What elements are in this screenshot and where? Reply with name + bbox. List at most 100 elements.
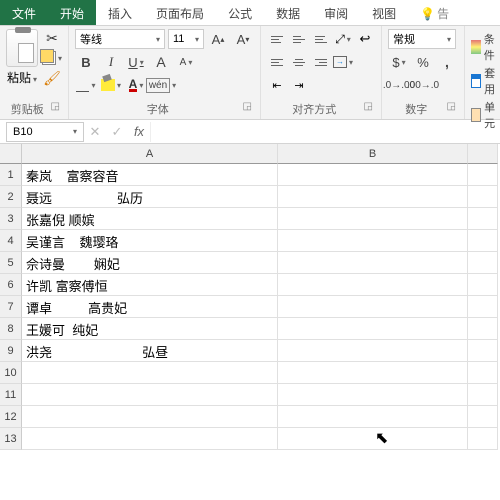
cell[interactable] [468, 296, 498, 318]
paste-button[interactable]: 粘贴▾ [7, 69, 37, 86]
cell[interactable] [278, 362, 468, 384]
shrink-font-button[interactable]: A▾ [232, 29, 254, 49]
row-header[interactable]: 6 [0, 274, 22, 296]
italic-button[interactable]: I [100, 52, 122, 72]
tab-home[interactable]: 开始 [48, 0, 96, 25]
font-size-combo[interactable]: 11▾ [168, 29, 204, 49]
paste-icon[interactable] [6, 29, 38, 67]
number-format-combo[interactable]: 常规▾ [388, 29, 456, 49]
cell[interactable]: 秦岚 富察容音 [22, 164, 278, 186]
row-header[interactable]: 8 [0, 318, 22, 340]
cell[interactable] [278, 318, 468, 340]
row-header[interactable]: 9 [0, 340, 22, 362]
cell[interactable] [468, 340, 498, 362]
cell[interactable] [468, 362, 498, 384]
row-header[interactable]: 5 [0, 252, 22, 274]
font-name-combo[interactable]: 等线▾ [75, 29, 165, 49]
grow-font-button[interactable]: A▴ [207, 29, 229, 49]
merge-button[interactable]: ▾ [333, 52, 353, 72]
cut-button[interactable]: ✂ [42, 29, 62, 47]
percent-button[interactable]: % [412, 52, 434, 72]
cell[interactable] [468, 318, 498, 340]
row-header[interactable]: 2 [0, 186, 22, 208]
tab-view[interactable]: 视图 [360, 0, 408, 25]
wrap-text-button[interactable]: ↩ [355, 29, 375, 49]
cell[interactable] [468, 208, 498, 230]
align-top-button[interactable] [267, 29, 287, 49]
cell[interactable] [278, 230, 468, 252]
increase-indent-button[interactable]: ⇥ [289, 75, 309, 95]
align-right-button[interactable] [311, 52, 331, 72]
column-header-b[interactable]: B [278, 144, 468, 164]
formula-bar[interactable] [150, 122, 500, 142]
tab-page-layout[interactable]: 页面布局 [144, 0, 216, 25]
select-all-corner[interactable] [0, 144, 22, 164]
cell[interactable] [468, 384, 498, 406]
phonetic-button[interactable]: wén▾ [150, 75, 172, 95]
font-color-button[interactable]: A▾ [125, 75, 147, 95]
row-header[interactable]: 4 [0, 230, 22, 252]
cell[interactable] [278, 274, 468, 296]
cell[interactable] [22, 384, 278, 406]
cell[interactable] [278, 164, 468, 186]
cell[interactable] [278, 208, 468, 230]
row-header[interactable]: 3 [0, 208, 22, 230]
cell[interactable] [468, 428, 498, 450]
cell[interactable] [468, 252, 498, 274]
align-left-button[interactable] [267, 52, 287, 72]
number-launcher[interactable]: ◲ [445, 101, 458, 112]
conditional-format-button[interactable]: 条件 [471, 31, 499, 63]
enter-button[interactable]: ✓ [106, 124, 128, 140]
copy-button[interactable]: ▾ [42, 49, 62, 67]
cell[interactable] [278, 186, 468, 208]
tab-file[interactable]: 文件 [0, 0, 48, 25]
font-grow-a[interactable]: A [150, 52, 172, 72]
tab-data[interactable]: 数据 [264, 0, 312, 25]
align-middle-button[interactable] [289, 29, 309, 49]
tab-formulas[interactable]: 公式 [216, 0, 264, 25]
tab-insert[interactable]: 插入 [96, 0, 144, 25]
column-header-c[interactable] [468, 144, 498, 164]
underline-button[interactable]: U▾ [125, 52, 147, 72]
column-header-a[interactable]: A [22, 144, 278, 164]
fx-button[interactable]: fx [128, 124, 150, 139]
align-center-button[interactable] [289, 52, 309, 72]
format-table-button[interactable]: 套用 [471, 65, 499, 97]
cell[interactable] [468, 406, 498, 428]
tab-tell-me[interactable]: 💡告 [408, 0, 461, 25]
cell[interactable]: 张嘉倪 顺嫔 [22, 208, 278, 230]
row-header[interactable]: 1 [0, 164, 22, 186]
cell[interactable]: 许凯 富察傅恒 [22, 274, 278, 296]
cell[interactable] [22, 428, 278, 450]
cell[interactable] [278, 428, 468, 450]
cell[interactable] [22, 406, 278, 428]
cell[interactable] [278, 296, 468, 318]
align-launcher[interactable]: ◲ [362, 101, 375, 112]
cell[interactable] [468, 274, 498, 296]
bold-button[interactable]: B [75, 52, 97, 72]
cell[interactable] [468, 164, 498, 186]
font-launcher[interactable]: ◲ [241, 101, 254, 112]
cancel-button[interactable]: ✕ [84, 124, 106, 140]
decrease-decimal-button[interactable]: .00→.0 [412, 75, 434, 95]
cell[interactable]: 佘诗曼 娴妃 [22, 252, 278, 274]
cell[interactable]: 谭卓 高贵妃 [22, 296, 278, 318]
cell[interactable]: 洪尧 弘昼 [22, 340, 278, 362]
cell[interactable] [278, 340, 468, 362]
cell[interactable] [278, 406, 468, 428]
cell[interactable]: 吴谨言 魏璎珞 [22, 230, 278, 252]
tab-review[interactable]: 审阅 [312, 0, 360, 25]
row-header[interactable]: 11 [0, 384, 22, 406]
name-box[interactable]: B10▾ [6, 122, 84, 142]
accounting-button[interactable]: $▾ [388, 52, 410, 72]
font-shrink-a[interactable]: A▾ [175, 52, 197, 72]
decrease-indent-button[interactable]: ⇤ [267, 75, 287, 95]
comma-button[interactable]: , [436, 52, 458, 72]
row-header[interactable]: 13 [0, 428, 22, 450]
cell[interactable]: 王媛可 纯妃 [22, 318, 278, 340]
cell[interactable] [278, 384, 468, 406]
cell[interactable] [22, 362, 278, 384]
align-bottom-button[interactable] [311, 29, 331, 49]
orientation-button[interactable]: ⤢▾ [333, 29, 353, 49]
row-header[interactable]: 10 [0, 362, 22, 384]
